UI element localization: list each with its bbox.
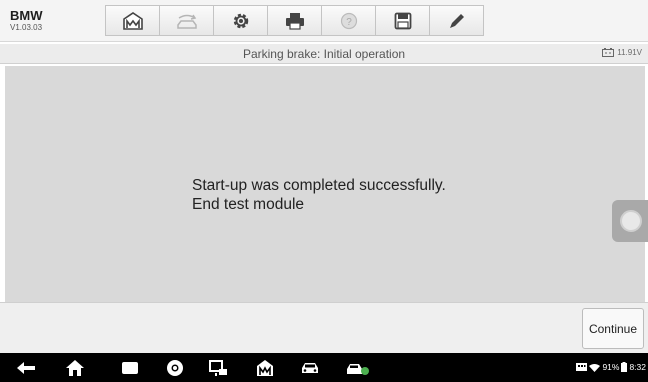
- save-icon: [394, 12, 411, 29]
- clock: 8:32: [629, 362, 646, 372]
- message-icon: [576, 363, 588, 371]
- continue-button[interactable]: Continue: [582, 308, 644, 349]
- wifi-icon: [589, 363, 601, 372]
- vci-button[interactable]: [346, 357, 370, 379]
- toolbar-buttons: ?: [105, 5, 484, 36]
- maxisys-home-button[interactable]: [253, 357, 277, 379]
- help-button[interactable]: ?: [321, 5, 376, 36]
- settings-icon: [233, 13, 248, 28]
- print-button[interactable]: [267, 5, 322, 36]
- remote-button[interactable]: [207, 357, 231, 379]
- app-version: V1.03.03: [10, 23, 43, 32]
- app-brand: BMW V1.03.03: [10, 9, 43, 32]
- sub-header: Parking brake: Initial operation 11.91V: [0, 44, 648, 64]
- home-icon: [122, 11, 143, 30]
- battery-icon: [602, 48, 615, 57]
- print-icon: [285, 12, 304, 30]
- recents-icon: [122, 362, 138, 374]
- page-title: Parking brake: Initial operation: [242, 47, 406, 61]
- voltage-value: 11.91V: [617, 48, 642, 57]
- svg-text:?: ?: [346, 17, 352, 28]
- message-line-2: End test module: [192, 196, 305, 213]
- vehicle-button[interactable]: [298, 357, 322, 379]
- car-icon: [302, 363, 318, 373]
- device-battery-icon: [621, 362, 628, 372]
- top-toolbar: BMW V1.03.03 ?: [0, 0, 648, 42]
- back-button[interactable]: [14, 357, 38, 379]
- status-tray: 91% 8:32: [576, 362, 646, 372]
- save-button[interactable]: [375, 5, 430, 36]
- battery-voltage: 11.91V: [602, 48, 642, 57]
- edit-icon: [449, 13, 464, 28]
- vehicle-swap-icon: [176, 14, 197, 29]
- message-line-1: Start-up was completed successfully.: [192, 177, 446, 194]
- bottom-action-bar: Continue: [0, 302, 648, 353]
- app-name: BMW: [10, 8, 43, 23]
- vci-icon: [347, 364, 369, 375]
- status-message: Start-up was completed successfully. End…: [192, 176, 446, 214]
- settings-button[interactable]: [213, 5, 268, 36]
- edit-button[interactable]: [429, 5, 484, 36]
- browser-button[interactable]: [163, 357, 187, 379]
- home-button[interactable]: [105, 5, 160, 36]
- floating-assistive-button[interactable]: [612, 200, 648, 242]
- message-area: Start-up was completed successfully. End…: [5, 66, 645, 302]
- maxisys-icon: [257, 360, 273, 376]
- battery-percent: 91%: [602, 362, 620, 372]
- browser-icon: [167, 360, 183, 376]
- remote-icon: [209, 360, 227, 376]
- system-nav-bar: 91% 8:32: [0, 353, 648, 382]
- android-home-button[interactable]: [63, 357, 87, 379]
- vehicle-swap-button[interactable]: [159, 5, 214, 36]
- home-icon: [66, 360, 84, 376]
- help-icon: ?: [340, 12, 357, 29]
- floating-button-knob-icon: [620, 210, 642, 232]
- back-icon: [17, 362, 35, 374]
- recents-button[interactable]: [118, 357, 142, 379]
